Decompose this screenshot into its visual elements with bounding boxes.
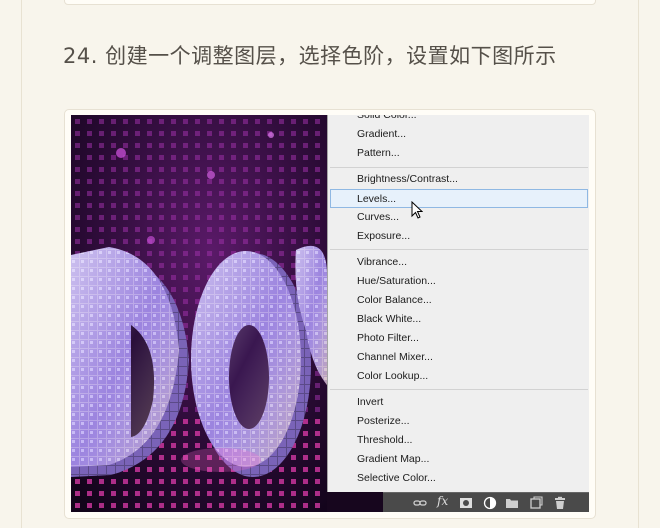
menu-separator (330, 389, 588, 390)
menu-item-invert[interactable]: Invert (328, 393, 589, 412)
layers-panel-bottom-bar: fx (383, 492, 589, 512)
menu-item-color-lookup[interactable]: Color Lookup... (328, 367, 589, 386)
photoshop-screenshot: Solid Color... Gradient... Pattern... Br… (71, 115, 589, 512)
menu-item-levels[interactable]: Levels... (330, 189, 588, 208)
previous-image-card (64, 0, 596, 5)
fx-icon[interactable]: fx (437, 494, 448, 508)
menu-item-brightness-contrast[interactable]: Brightness/Contrast... (328, 170, 589, 189)
menu-item-selective-color[interactable]: Selective Color... (328, 469, 589, 488)
link-icon[interactable] (413, 496, 427, 510)
page-right-rule (638, 0, 639, 528)
menu-item-gradient[interactable]: Gradient... (328, 125, 589, 144)
menu-item-hue-saturation[interactable]: Hue/Saturation... (328, 272, 589, 291)
folder-icon[interactable] (505, 496, 519, 510)
disco-text-artwork (71, 115, 327, 512)
menu-item-photo-filter[interactable]: Photo Filter... (328, 329, 589, 348)
menu-item-threshold[interactable]: Threshold... (328, 431, 589, 450)
menu-item-color-balance[interactable]: Color Balance... (328, 291, 589, 310)
adjustment-layer-menu[interactable]: Solid Color... Gradient... Pattern... Br… (327, 115, 589, 492)
menu-item-curves[interactable]: Curves... (328, 208, 589, 227)
menu-item-vibrance[interactable]: Vibrance... (328, 253, 589, 272)
new-layer-icon[interactable] (529, 496, 543, 510)
page-left-rule (21, 0, 22, 528)
menu-item-gradient-map[interactable]: Gradient Map... (328, 450, 589, 469)
adjustment-layer-icon[interactable] (483, 496, 497, 510)
menu-item-posterize[interactable]: Posterize... (328, 412, 589, 431)
menu-item-exposure[interactable]: Exposure... (328, 227, 589, 246)
menu-separator (330, 249, 588, 250)
mouse-cursor-icon (411, 201, 423, 219)
menu-item-pattern[interactable]: Pattern... (328, 144, 589, 163)
menu-item-black-white[interactable]: Black White... (328, 310, 589, 329)
menu-separator (330, 167, 588, 168)
menu-item-solid-color[interactable]: Solid Color... (328, 115, 589, 125)
trash-icon[interactable] (553, 496, 567, 510)
menu-item-channel-mixer[interactable]: Channel Mixer... (328, 348, 589, 367)
layer-mask-icon[interactable] (459, 496, 473, 510)
step-heading: 24. 创建一个调整图层，选择色阶，设置如下图所示 (63, 44, 557, 68)
